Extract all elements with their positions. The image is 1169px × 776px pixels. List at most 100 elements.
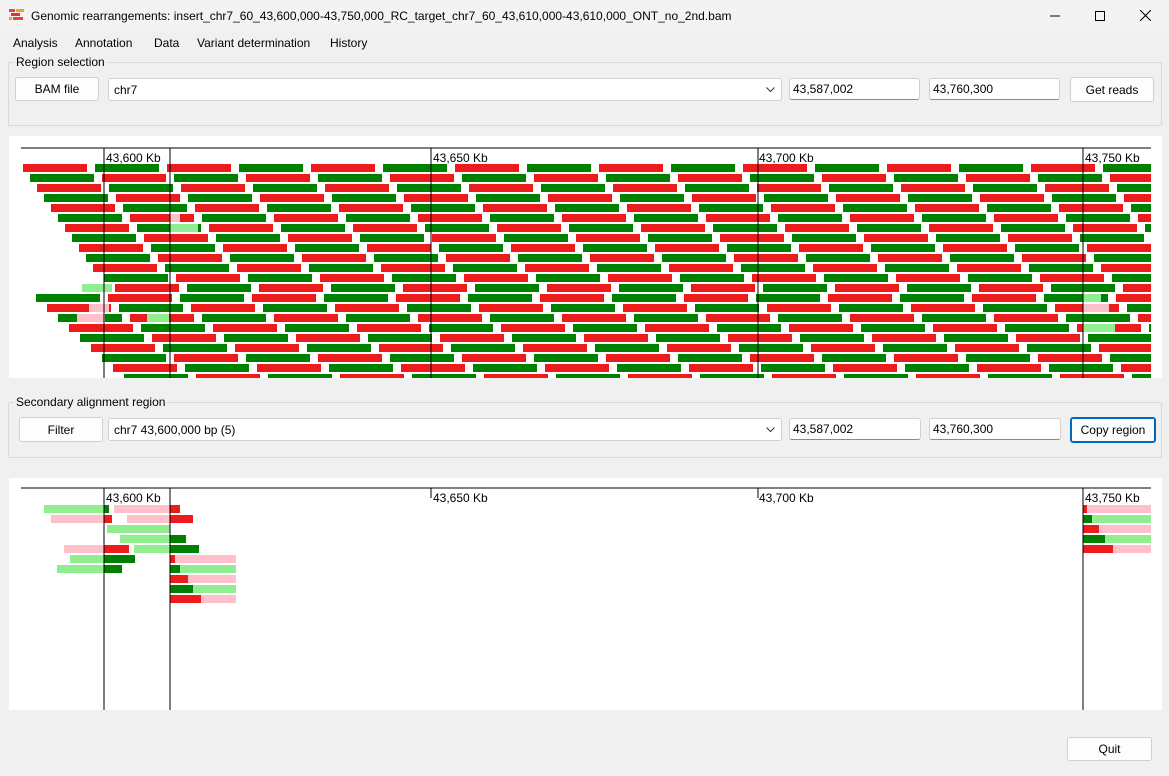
region-start-input[interactable] (789, 78, 920, 100)
read-segment (30, 174, 94, 182)
read-segment (813, 264, 877, 272)
read-segment (1149, 324, 1151, 332)
read-segment (973, 184, 1037, 192)
read-segment (165, 264, 229, 272)
read-segment (209, 224, 273, 232)
quit-button[interactable]: Quit (1067, 737, 1152, 761)
read-segment (857, 224, 921, 232)
read-segment (671, 164, 735, 172)
read-segment (379, 344, 443, 352)
read-segment (1138, 214, 1151, 222)
read-segment (246, 354, 310, 362)
read-segment (237, 264, 301, 272)
read-segment (739, 344, 803, 352)
read-segment (201, 595, 236, 603)
filter-button[interactable]: Filter (19, 417, 103, 442)
read-segment (475, 284, 539, 292)
read-segment (534, 354, 598, 362)
read-segment (1001, 224, 1065, 232)
read-segment (1087, 244, 1151, 252)
read-segment (51, 515, 104, 523)
read-segment (523, 344, 587, 352)
read-segment (894, 174, 958, 182)
read-segment (439, 244, 503, 252)
read-segment (763, 284, 827, 292)
menu-data[interactable]: Data (154, 36, 179, 50)
read-segment (114, 505, 170, 513)
read-segment (662, 254, 726, 262)
read-segment (77, 314, 105, 322)
read-segment (1022, 254, 1086, 262)
maximize-button[interactable] (1077, 0, 1123, 31)
read-segment (634, 214, 698, 222)
read-segment (750, 174, 814, 182)
bam-file-button[interactable]: BAM file (15, 77, 99, 101)
read-segment (590, 254, 654, 262)
read-segment (267, 204, 331, 212)
read-segment (170, 575, 188, 583)
read-segment (464, 274, 528, 282)
read-segment (469, 184, 533, 192)
region-end-input[interactable] (929, 78, 1060, 100)
read-segment (309, 264, 373, 272)
read-segment (193, 585, 236, 593)
read-segment (606, 354, 670, 362)
primary-reads-panel[interactable]: 43,600 Kb 43,650 Kb 43,700 Kb 43,750 Kb (9, 136, 1162, 378)
title-bar: Genomic rearrangements: insert_chr7_60_4… (0, 0, 1169, 31)
read-segment (123, 204, 187, 212)
read-segment (1060, 374, 1124, 378)
read-segment (64, 545, 104, 553)
read-segment (170, 555, 175, 563)
close-icon (1139, 10, 1151, 21)
read-segment (392, 274, 456, 282)
read-segment (468, 294, 532, 302)
read-segment (900, 294, 964, 302)
read-segment (381, 264, 445, 272)
read-segment (285, 324, 349, 332)
read-segment (511, 244, 575, 252)
read-segment (583, 244, 647, 252)
read-segment (512, 334, 576, 342)
read-segment (295, 244, 359, 252)
ruler-label: 43,700 Kb (759, 491, 814, 505)
read-segment (597, 264, 661, 272)
close-button[interactable] (1122, 0, 1168, 31)
read-segment (253, 184, 317, 192)
window-title: Genomic rearrangements: insert_chr7_60_4… (31, 9, 732, 23)
get-reads-button[interactable]: Get reads (1070, 77, 1154, 102)
read-segment (606, 174, 670, 182)
read-segment (584, 334, 648, 342)
menu-variant-determination[interactable]: Variant determination (197, 36, 310, 50)
menu-annotation[interactable]: Annotation (75, 36, 132, 50)
read-segment (669, 264, 733, 272)
ruler-label: 43,750 Kb (1085, 151, 1140, 165)
copy-region-button[interactable]: Copy region (1070, 417, 1156, 443)
secondary-end-input[interactable] (929, 418, 1061, 440)
read-segment (170, 515, 193, 523)
read-segment (617, 364, 681, 372)
menu-history[interactable]: History (330, 36, 367, 50)
read-segment (756, 294, 820, 302)
read-segment (216, 234, 280, 242)
read-segment (462, 354, 526, 362)
read-segment (871, 244, 935, 252)
minimize-icon (1050, 15, 1060, 16)
chromosome-select[interactable]: chr7 (108, 78, 782, 101)
menu-analysis[interactable]: Analysis (13, 36, 58, 50)
read-segment (170, 585, 193, 593)
secondary-region-select[interactable]: chr7 43,600,000 bp (5) (108, 418, 782, 441)
read-segment (789, 324, 853, 332)
read-segment (901, 184, 965, 192)
read-segment (340, 374, 404, 378)
read-segment (1121, 364, 1151, 372)
read-segment (864, 234, 928, 242)
chromosome-value: chr7 (114, 83, 138, 97)
minimize-button[interactable] (1032, 0, 1078, 31)
read-segment (648, 234, 712, 242)
read-segment (407, 304, 471, 312)
secondary-reads-panel[interactable]: 43,600 Kb 43,650 Kb 43,700 Kb 43,750 Kb (9, 478, 1162, 710)
read-segment (1110, 174, 1151, 182)
read-segment (104, 505, 109, 513)
secondary-start-input[interactable] (789, 418, 921, 440)
read-segment (180, 294, 244, 302)
